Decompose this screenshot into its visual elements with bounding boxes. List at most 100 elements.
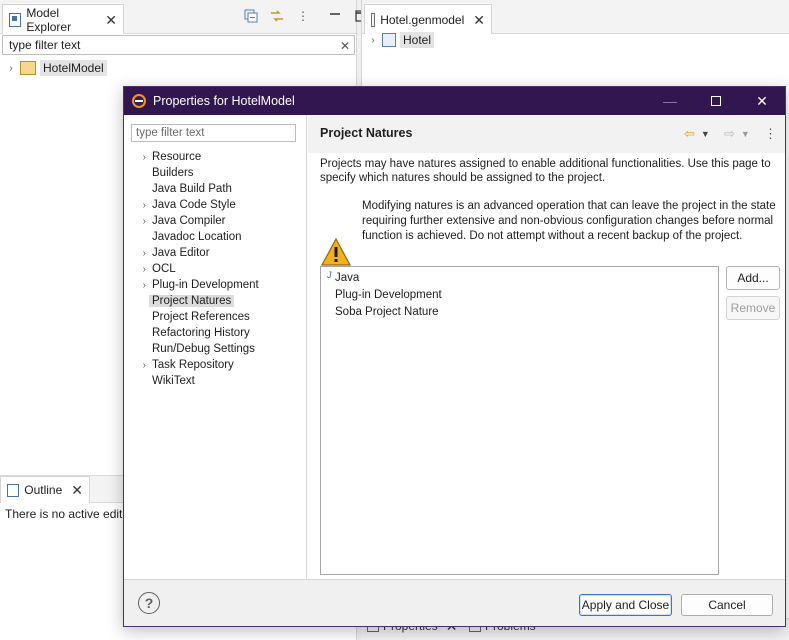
chevron-down-icon[interactable]: ▼: [701, 129, 710, 139]
nav-filter-placeholder: type filter text: [136, 127, 205, 139]
nav-item-label: Run/Debug Settings: [152, 343, 255, 355]
outline-icon: [7, 483, 20, 497]
explorer-filter-value: type filter text: [9, 38, 81, 52]
nature-label: Soba Project Nature: [335, 305, 439, 318]
nav-filter-input[interactable]: type filter text: [131, 124, 296, 142]
nav-item-refactoring-history[interactable]: Refactoring History: [124, 325, 307, 341]
cancel-button[interactable]: Cancel: [681, 594, 773, 616]
nav-item-javadoc-location[interactable]: Javadoc Location: [124, 229, 307, 245]
nav-item-java-editor[interactable]: › Java Editor: [124, 245, 307, 261]
nav-item-label: Java Compiler: [152, 215, 226, 227]
back-arrow-icon[interactable]: ⇦: [684, 126, 695, 142]
nav-item-label: OCL: [152, 263, 176, 275]
page-title: Project Natures: [320, 126, 413, 140]
properties-dialog: Properties for HotelModel — ✕ type filte…: [123, 86, 786, 627]
tree-item-hotel[interactable]: › Hotel: [368, 32, 435, 48]
remove-nature-button[interactable]: Remove: [726, 296, 780, 320]
nav-item-label: WikiText: [152, 375, 195, 387]
minimize-icon[interactable]: —: [647, 87, 693, 115]
chevron-right-icon[interactable]: ›: [124, 280, 152, 291]
nature-item[interactable]: Plug-in Development: [321, 286, 718, 303]
dialog-footer: ? Apply and Close Cancel: [124, 579, 785, 626]
minimize-icon[interactable]: [327, 8, 343, 24]
dialog-title-bar[interactable]: Properties for HotelModel — ✕: [124, 87, 785, 115]
chevron-right-icon[interactable]: ›: [124, 360, 152, 371]
nav-item-label: Java Code Style: [152, 199, 236, 211]
nav-item-resource[interactable]: › Resource: [124, 149, 307, 165]
chevron-right-icon[interactable]: ›: [124, 152, 152, 163]
nav-item-label: Java Build Path: [152, 183, 232, 195]
chevron-right-icon[interactable]: ›: [124, 248, 152, 259]
nav-item-label: Plug-in Development: [152, 279, 259, 291]
view-toolbar: ⋮: [243, 8, 369, 24]
forward-arrow-icon[interactable]: ⇨: [724, 126, 735, 142]
nature-item[interactable]: J Java: [321, 269, 718, 286]
close-icon[interactable]: ✕: [739, 87, 785, 115]
tab-model-explorer-label: Model Explorer: [26, 5, 72, 34]
nav-item-label: Project Natures: [149, 295, 235, 307]
editor-tabbar: Hotel.genmodel ✕: [362, 0, 789, 34]
eclipse-icon: [132, 94, 146, 108]
properties-nav-tree: › Resource Builders Java Build Path › Java Co…: [124, 149, 307, 389]
nature-label: Java: [335, 271, 360, 284]
help-icon[interactable]: ?: [138, 592, 160, 614]
genmodel-icon: [382, 33, 396, 47]
page-description: Projects may have natures assigned to en…: [320, 158, 771, 184]
tab-model-explorer[interactable]: Model Explorer ✕: [2, 4, 124, 34]
warning-icon: [320, 237, 352, 267]
close-icon[interactable]: ✕: [473, 13, 485, 27]
tab-hotel-genmodel-label: Hotel.genmodel: [380, 12, 465, 27]
nav-item-label: Project References: [152, 311, 250, 323]
nav-item-java-compiler[interactable]: › Java Compiler: [124, 213, 307, 229]
nav-item-project-natures[interactable]: Project Natures: [124, 293, 307, 309]
chevron-right-icon[interactable]: ›: [124, 200, 152, 211]
close-icon[interactable]: ✕: [71, 483, 83, 497]
nav-item-wikitext[interactable]: WikiText: [124, 373, 307, 389]
chevron-right-icon[interactable]: ›: [368, 35, 378, 46]
dialog-title: Properties for HotelModel: [153, 94, 295, 108]
view-menu-icon[interactable]: ⋮: [764, 126, 777, 142]
add-nature-button[interactable]: Add...: [726, 266, 780, 290]
properties-page: Project Natures ⇦ ▼ ⇨ ▼ ⋮ Projects may h…: [308, 115, 785, 579]
page-header: Project Natures ⇦ ▼ ⇨ ▼ ⋮: [308, 115, 785, 153]
nav-item-project-references[interactable]: Project References: [124, 309, 307, 325]
back-history: ⇦ ▼: [684, 126, 710, 142]
chevron-right-icon[interactable]: ›: [124, 264, 152, 275]
outline-message: There is no active editor: [5, 507, 134, 521]
nav-item-task-repository[interactable]: › Task Repository: [124, 357, 307, 373]
nav-item-plug-in-development[interactable]: › Plug-in Development: [124, 277, 307, 293]
nav-item-label: Task Repository: [152, 359, 234, 371]
nav-item-builders[interactable]: Builders: [124, 165, 307, 181]
maximize-icon[interactable]: [693, 87, 739, 115]
nav-item-ocl[interactable]: › OCL: [124, 261, 307, 277]
chevron-down-icon[interactable]: ▼: [741, 129, 750, 139]
nature-label: Plug-in Development: [335, 288, 442, 301]
tab-outline[interactable]: Outline ✕: [0, 476, 90, 503]
collapse-all-icon[interactable]: [243, 8, 259, 24]
close-icon[interactable]: ✕: [105, 13, 117, 27]
nav-item-label: Refactoring History: [152, 327, 250, 339]
clear-filter-icon[interactable]: ✕: [340, 37, 350, 55]
natures-list[interactable]: J Java Plug-in Development Soba Project Nat…: [320, 266, 719, 575]
warning-message: Modifying natures is an advanced operati…: [362, 200, 776, 242]
tree-item-label: Hotel: [400, 32, 435, 48]
view-menu-icon[interactable]: ⋮: [295, 8, 311, 24]
tree-item-hotelmodel[interactable]: › HotelModel: [6, 60, 107, 76]
chevron-right-icon[interactable]: ›: [124, 216, 152, 227]
chevron-right-icon[interactable]: ›: [6, 63, 16, 74]
model-explorer-tabbar: Model Explorer ✕ ⋮: [0, 0, 367, 34]
nav-item-run-debug-settings[interactable]: Run/Debug Settings: [124, 341, 307, 357]
nav-item-java-build-path[interactable]: Java Build Path: [124, 181, 307, 197]
forward-history: ⇨ ▼: [724, 126, 750, 142]
nav-item-label: Java Editor: [152, 247, 210, 259]
tab-hotel-genmodel[interactable]: Hotel.genmodel ✕: [364, 4, 492, 34]
properties-nav-panel: type filter text › Resource Builders Java B…: [124, 115, 307, 579]
apply-and-close-button[interactable]: Apply and Close: [579, 594, 672, 616]
model-icon: [20, 61, 36, 75]
explorer-filter-input[interactable]: type filter text ✕: [2, 35, 355, 55]
nature-item[interactable]: Soba Project Nature: [321, 303, 718, 320]
link-editor-icon[interactable]: [269, 8, 285, 24]
nav-item-java-code-style[interactable]: › Java Code Style: [124, 197, 307, 213]
tab-outline-label: Outline: [24, 483, 63, 497]
nav-item-label: Javadoc Location: [152, 231, 242, 243]
